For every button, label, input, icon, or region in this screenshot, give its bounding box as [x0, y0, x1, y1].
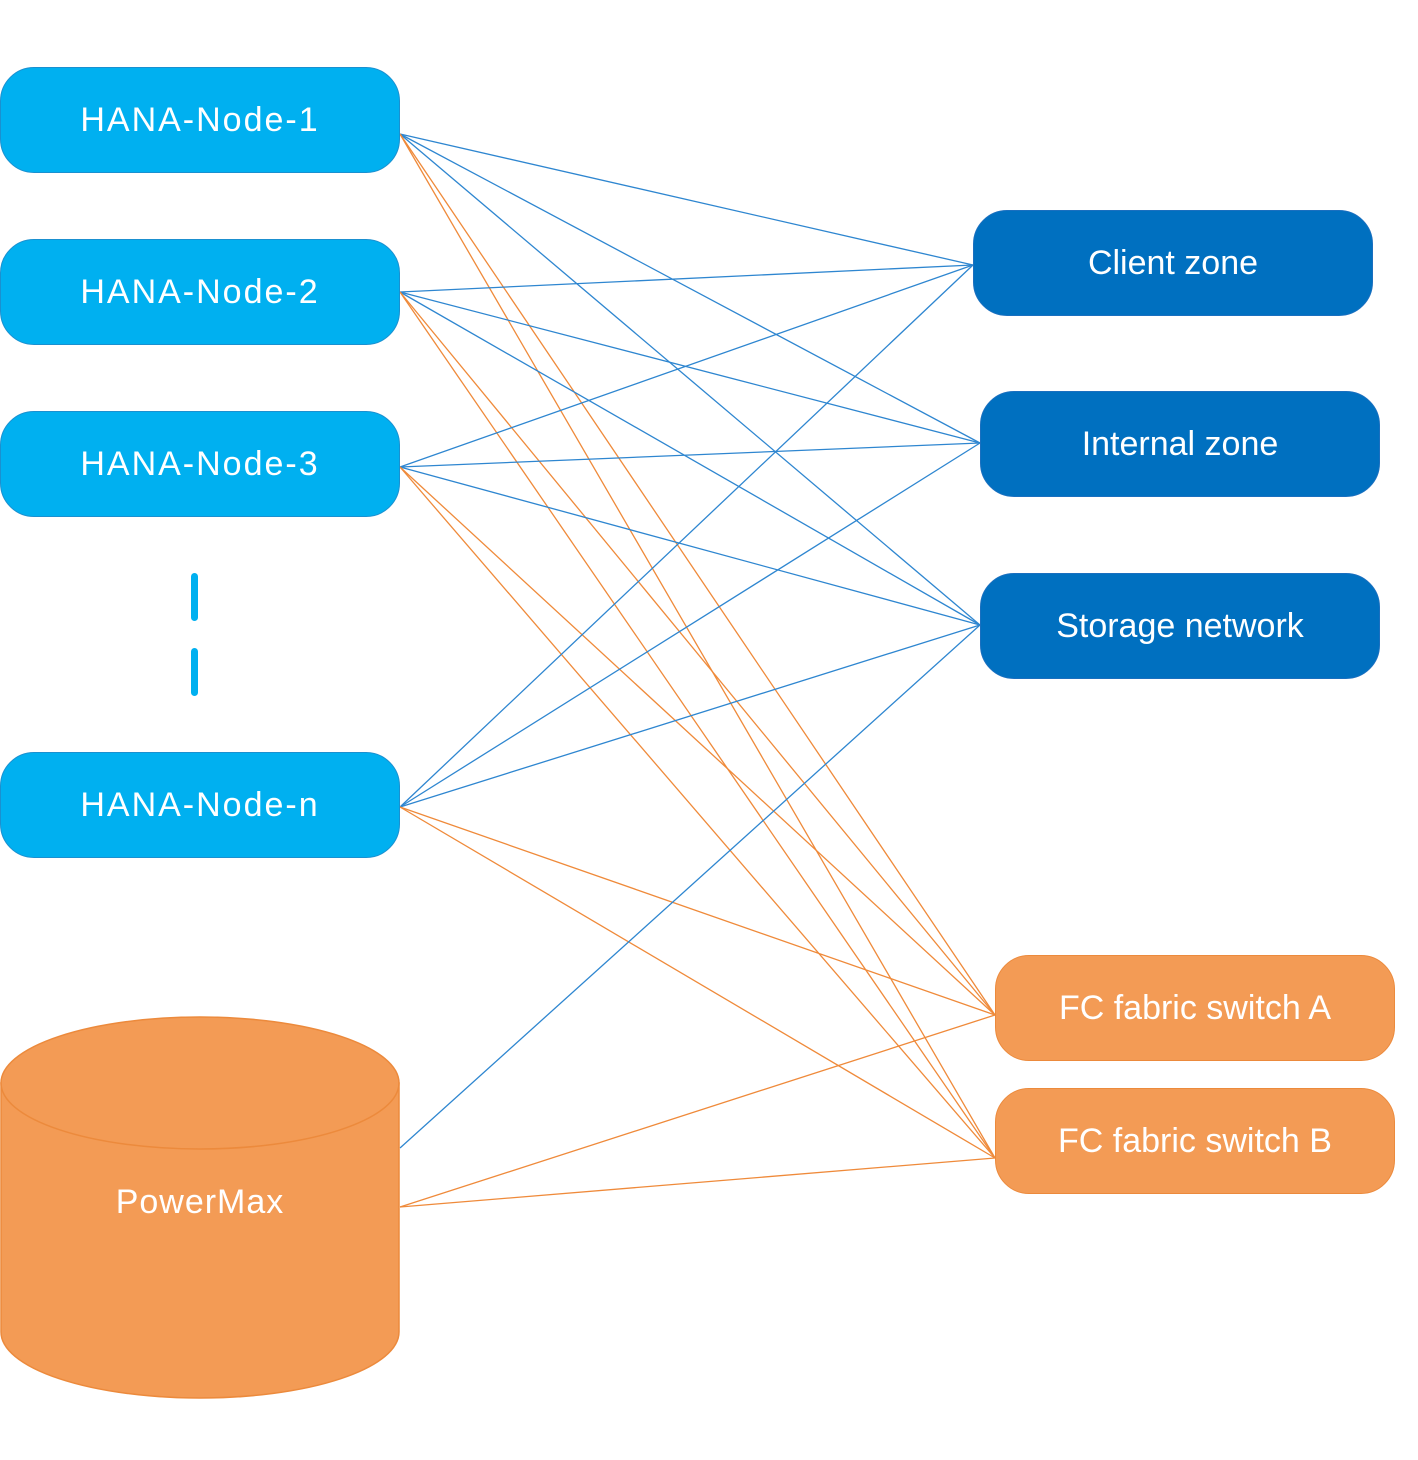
link-powermax-fcA — [399, 1014, 996, 1208]
hana-node-1[interactable]: HANA-Node-1 — [0, 67, 400, 173]
link-nn-storage — [399, 624, 981, 808]
link-n2-storage — [399, 291, 981, 626]
link-nn-internal — [399, 442, 981, 808]
ellipsis-dash-icon — [191, 648, 198, 696]
hana-node-3[interactable]: HANA-Node-3 — [0, 411, 400, 517]
node-label: HANA-Node-n — [80, 785, 320, 824]
switch-label: FC fabric switch B — [1058, 1121, 1332, 1160]
link-powermax-storage — [399, 624, 981, 1149]
zone-label: Client zone — [1087, 243, 1259, 282]
fc-fabric-switch-a[interactable]: FC fabric switch A — [995, 955, 1395, 1061]
node-label: HANA-Node-2 — [80, 272, 320, 311]
link-n1-fcA — [399, 133, 996, 1016]
link-n3-internal — [399, 442, 981, 468]
internal-zone[interactable]: Internal zone — [980, 391, 1380, 497]
ellipsis-dash-icon — [191, 573, 198, 621]
link-n1-storage — [399, 133, 981, 626]
hana-node-n[interactable]: HANA-Node-n — [0, 752, 400, 858]
link-n2-fcA — [399, 291, 996, 1016]
storage-network[interactable]: Storage network — [980, 573, 1380, 679]
link-n2-internal — [399, 291, 981, 444]
link-powermax-fcB — [399, 1157, 996, 1208]
fc-fabric-switch-b[interactable]: FC fabric switch B — [995, 1088, 1395, 1194]
link-n3-storage — [399, 466, 981, 626]
node-label: HANA-Node-1 — [80, 100, 320, 139]
cylinder-top — [0, 1016, 400, 1150]
switch-label: FC fabric switch A — [1058, 988, 1332, 1027]
link-nn-client — [399, 264, 974, 808]
node-label: HANA-Node-3 — [80, 444, 320, 483]
link-n1-client — [399, 133, 974, 266]
zone-label: Internal zone — [1081, 424, 1279, 463]
powermax-label: PowerMax — [115, 1183, 285, 1221]
hana-node-2[interactable]: HANA-Node-2 — [0, 239, 400, 345]
link-n3-client — [399, 264, 974, 468]
link-n3-fcB — [399, 466, 996, 1159]
link-nn-fcA — [399, 806, 996, 1016]
link-n2-client — [399, 264, 974, 293]
link-nn-fcB — [399, 806, 996, 1159]
link-n3-fcA — [399, 466, 996, 1016]
client-zone[interactable]: Client zone — [973, 210, 1373, 316]
zone-label: Storage network — [1056, 606, 1304, 645]
link-n2-fcB — [399, 291, 996, 1159]
